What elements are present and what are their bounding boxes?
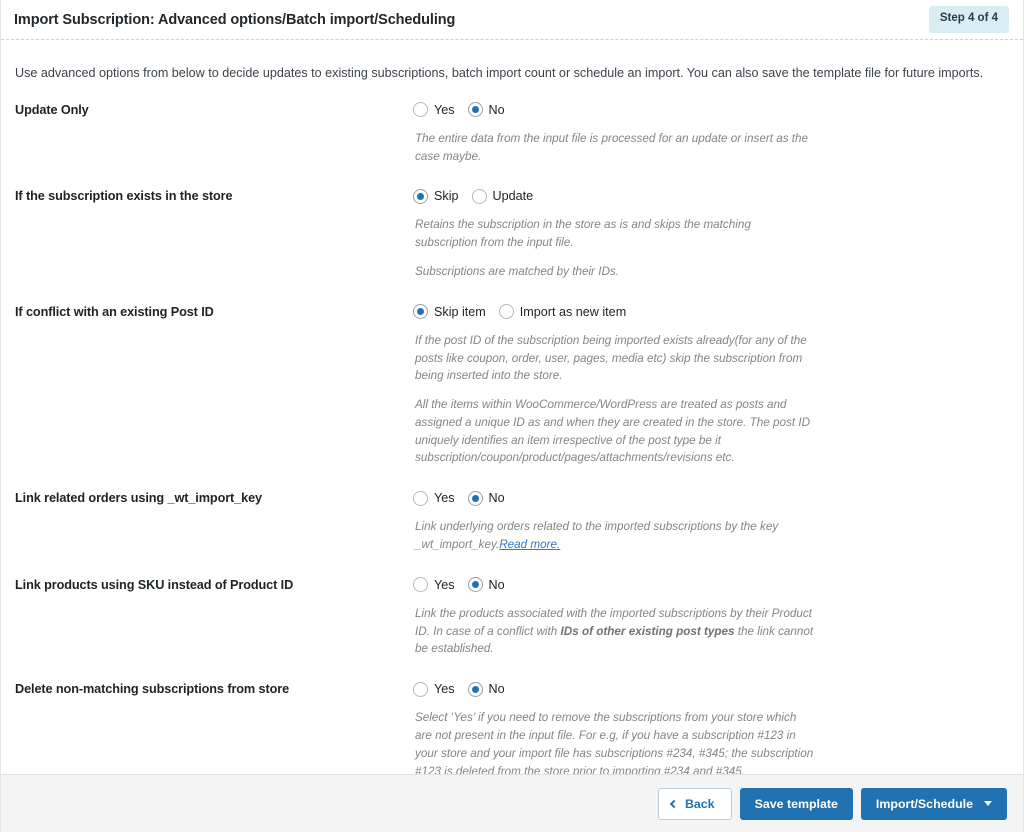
option-description: All the items within WooCommerce/WordPre… xyxy=(415,396,815,467)
option-row: If the subscription exists in the storeS… xyxy=(15,185,1009,286)
option-description: If the post ID of the subscription being… xyxy=(415,332,815,385)
radio-checked-icon[interactable] xyxy=(468,577,483,592)
option-row-field: Skip Update Retains the subscription in th… xyxy=(413,185,1009,286)
page-title: Import Subscription: Advanced options/Ba… xyxy=(14,12,455,28)
radio-option-label: Yes xyxy=(434,491,455,505)
option-row: Delete non-matching subscriptions from s… xyxy=(15,678,1009,774)
option-description: Link underlying orders related to the im… xyxy=(415,518,815,554)
radio-checked-icon[interactable] xyxy=(413,304,428,319)
wizard-header: Import Subscription: Advanced options/Ba… xyxy=(1,0,1023,40)
radio-option[interactable]: Yes xyxy=(413,682,455,697)
radio-group: Yes No xyxy=(413,574,1009,596)
import-schedule-button-label: Import/Schedule xyxy=(876,797,973,811)
radio-option-label: No xyxy=(489,682,505,696)
radio-checked-icon[interactable] xyxy=(468,102,483,117)
radio-option[interactable]: Skip item xyxy=(413,304,486,319)
radio-option[interactable]: Yes xyxy=(413,102,455,117)
chevron-down-icon xyxy=(984,801,992,806)
import-subscription-wizard: Import Subscription: Advanced options/Ba… xyxy=(0,0,1024,832)
radio-group: Yes No xyxy=(413,487,1009,509)
advanced-options-form: Update Only Yes No The entire data from the… xyxy=(15,99,1009,774)
option-row-label: Link related orders using _wt_import_key xyxy=(15,487,413,505)
option-row-field: Yes No Select ‘Yes’ if you need to remove … xyxy=(413,678,1009,774)
option-row-label: Delete non-matching subscriptions from s… xyxy=(15,678,413,696)
row-spacer xyxy=(15,287,1009,301)
option-row-field: Yes No Link the products associated with t… xyxy=(413,574,1009,664)
radio-unchecked-icon[interactable] xyxy=(413,491,428,506)
radio-option[interactable]: Update xyxy=(472,189,534,204)
option-row-field: Yes No Link underlying orders related to t… xyxy=(413,487,1009,560)
radio-option[interactable]: No xyxy=(468,682,505,697)
radio-option[interactable]: No xyxy=(468,491,505,506)
option-row-field: Skip item Import as new item If the post I… xyxy=(413,301,1009,473)
option-description: The entire data from the input file is p… xyxy=(415,130,815,166)
option-description: Link the products associated with the im… xyxy=(415,605,815,658)
radio-unchecked-icon[interactable] xyxy=(413,102,428,117)
step-badge: Step 4 of 4 xyxy=(929,6,1009,33)
radio-option-label: Skip xyxy=(434,189,459,203)
option-description: Retains the subscription in the store as… xyxy=(415,216,815,252)
import-schedule-button[interactable]: Import/Schedule xyxy=(861,788,1007,820)
wizard-body: Use advanced options from below to decid… xyxy=(1,40,1023,774)
radio-group: Skip item Import as new item xyxy=(413,301,1009,323)
radio-option-label: No xyxy=(489,578,505,592)
radio-option-label: No xyxy=(489,491,505,505)
save-template-button-label: Save template xyxy=(755,797,838,811)
row-spacer xyxy=(15,473,1009,487)
option-description: Select ‘Yes’ if you need to remove the s… xyxy=(415,709,815,774)
radio-option-label: Import as new item xyxy=(520,305,626,319)
option-row-label: Update Only xyxy=(15,99,413,117)
radio-option-label: Yes xyxy=(434,578,455,592)
option-row-label: If the subscription exists in the store xyxy=(15,185,413,203)
option-row: If conflict with an existing Post IDSkip… xyxy=(15,301,1009,473)
option-row-label: Link products using SKU instead of Produ… xyxy=(15,574,413,592)
row-spacer xyxy=(15,171,1009,185)
save-template-button[interactable]: Save template xyxy=(740,788,853,820)
radio-option[interactable]: No xyxy=(468,102,505,117)
wizard-footer: Back Save template Import/Schedule xyxy=(1,774,1023,832)
radio-group: Skip Update xyxy=(413,185,1009,207)
radio-option[interactable]: No xyxy=(468,577,505,592)
back-button-label: Back xyxy=(685,797,715,811)
option-row-label: If conflict with an existing Post ID xyxy=(15,301,413,319)
radio-option-label: Yes xyxy=(434,103,455,117)
option-row: Link products using SKU instead of Produ… xyxy=(15,574,1009,664)
chevron-left-icon xyxy=(670,799,678,807)
radio-option-label: Yes xyxy=(434,682,455,696)
radio-option-label: Skip item xyxy=(434,305,486,319)
radio-option[interactable]: Yes xyxy=(413,491,455,506)
radio-option[interactable]: Skip xyxy=(413,189,459,204)
option-row-field: Yes No The entire data from the input file… xyxy=(413,99,1009,172)
read-more-link[interactable]: Read more. xyxy=(499,538,560,551)
row-spacer xyxy=(15,664,1009,678)
radio-option-label: Update xyxy=(493,189,534,203)
radio-option[interactable]: Import as new item xyxy=(499,304,626,319)
option-row: Update Only Yes No The entire data from the… xyxy=(15,99,1009,172)
radio-unchecked-icon[interactable] xyxy=(472,189,487,204)
back-button[interactable]: Back xyxy=(658,788,732,820)
option-description: Subscriptions are matched by their IDs. xyxy=(415,263,815,281)
radio-option[interactable]: Yes xyxy=(413,577,455,592)
radio-checked-icon[interactable] xyxy=(468,682,483,697)
radio-unchecked-icon[interactable] xyxy=(499,304,514,319)
radio-group: Yes No xyxy=(413,99,1009,121)
intro-text: Use advanced options from below to decid… xyxy=(15,64,1009,83)
radio-unchecked-icon[interactable] xyxy=(413,682,428,697)
row-spacer xyxy=(15,560,1009,574)
radio-unchecked-icon[interactable] xyxy=(413,577,428,592)
option-row: Link related orders using _wt_import_key… xyxy=(15,487,1009,560)
radio-group: Yes No xyxy=(413,678,1009,700)
radio-checked-icon[interactable] xyxy=(468,491,483,506)
radio-option-label: No xyxy=(489,103,505,117)
radio-checked-icon[interactable] xyxy=(413,189,428,204)
